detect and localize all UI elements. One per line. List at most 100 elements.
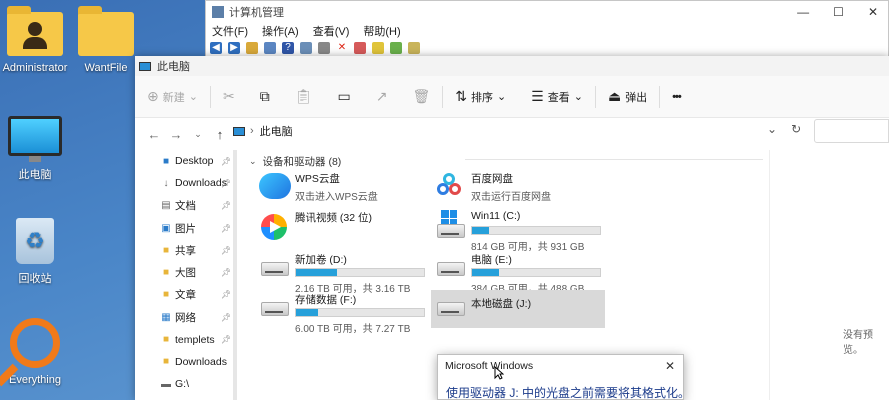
address-bar[interactable]: › 此电脑 (233, 120, 805, 142)
copy-button[interactable]: ⧉ (260, 88, 270, 105)
eject-button[interactable]: ⏏ 弹出 (608, 88, 647, 105)
sidebar-item-label: Downloads (175, 177, 227, 190)
view-list-icon[interactable] (408, 42, 420, 54)
eject-icon: ⏏ (607, 88, 622, 104)
pin-icon: 📌︎ (221, 156, 232, 166)
chevron-down-icon: ⌄ (188, 91, 198, 103)
maximize-button[interactable]: ☐ (833, 5, 844, 19)
user-folder-icon (7, 6, 63, 56)
hard-drive-icon (437, 210, 465, 238)
menu-help[interactable]: 帮助(H) (363, 23, 400, 39)
sidebar-item-documents[interactable]: ▤ 文档 📌︎ (135, 195, 237, 217)
desktop-icon-everything[interactable]: Everything (0, 318, 75, 386)
minimize-button[interactable]: — (797, 5, 809, 19)
drive-item-baidu-netdisk[interactable]: 百度网盘 双击运行百度网盘 (431, 169, 605, 207)
sidebar-item-pictures[interactable]: ▣ 图片 📌︎ (135, 217, 237, 239)
this-pc-icon (139, 61, 151, 71)
cut-button[interactable]: ✂ (223, 88, 235, 105)
help-icon[interactable]: ? (282, 42, 294, 54)
mgmt-toolbar: ◀ ▶ ? ✕ (206, 39, 888, 57)
drive-item-tencent-video[interactable]: 腾讯视频 (32 位) (255, 208, 429, 246)
sidebar-item-shared[interactable]: ■ 共享 📌︎ (135, 239, 237, 261)
new-button[interactable]: ⊕ 新建 ⌄ (147, 88, 198, 105)
sidebar-scrollbar[interactable] (233, 150, 237, 400)
drive-item-wps-cloud[interactable]: WPS云盘 双击进入WPS云盘 (255, 169, 429, 207)
back-arrow-icon[interactable]: ← (143, 127, 165, 142)
drive-item-c[interactable]: Win11 (C:) 814 GB 可用，共 931 GB (431, 208, 605, 253)
menu-action[interactable]: 操作(A) (262, 23, 299, 39)
dialog-close-button[interactable]: ✕ (665, 359, 675, 373)
sort-button[interactable]: ⇅ 排序 ⌄ (455, 88, 506, 105)
mgmt-title: 计算机管理 (229, 7, 284, 19)
delete-icon[interactable]: ✕ (336, 42, 348, 54)
rename-icon: ▭ (337, 88, 351, 104)
sidebar-item-downloads-folder[interactable]: ■ Downloads (135, 351, 237, 373)
pin-icon: 📌︎ (221, 312, 232, 322)
desktop-icon-this-pc[interactable]: 此电脑 (0, 116, 75, 182)
drive-item-f[interactable]: 存储数据 (F:) 6.00 TB 可用，共 7.27 TB (255, 290, 429, 335)
paste-button[interactable]: 📋︎ (295, 88, 313, 105)
drive-item-d[interactable]: 新加卷 (D:) 2.16 TB 可用，共 3.16 TB (255, 250, 429, 295)
desktop-icon-administrator[interactable]: Administrator (0, 6, 75, 74)
view-label: 查看 (547, 91, 570, 104)
search-input[interactable] (814, 119, 889, 143)
desktop-icon-recycle-bin[interactable]: ♻ 回收站 (0, 218, 75, 286)
hard-drive-icon (437, 298, 465, 320)
share-button[interactable]: ↗ (376, 88, 388, 105)
drive-usage-bar (295, 268, 425, 277)
drive-icon: ▬ (161, 378, 171, 390)
back-arrow-icon[interactable]: ◀ (210, 42, 222, 54)
close-button[interactable]: ✕ (868, 5, 878, 19)
pin-icon: 📌︎ (221, 290, 232, 300)
connect-icon[interactable] (318, 42, 330, 54)
forward-arrow-icon[interactable]: → (165, 127, 187, 142)
check-icon[interactable] (354, 42, 366, 54)
tencent-video-icon (261, 214, 287, 240)
desktop-icon-wantfile[interactable]: WantFile (66, 6, 146, 74)
rename-button[interactable]: ▭ (337, 88, 350, 105)
navigation-pane: ■ Desktop 📌︎ ↓ Downloads 📌︎ ▤ 文档 📌︎ ▣ 图片 📌︎ ■ 共享 📌… (135, 150, 237, 400)
hard-drive-icon (261, 258, 289, 280)
menu-view[interactable]: 查看(V) (313, 23, 350, 39)
hard-drive-icon (261, 298, 289, 320)
sidebar-item-articles[interactable]: ■ 文章 📌︎ (135, 284, 237, 306)
sidebar-item-templets[interactable]: ■ templets 📌︎ (135, 328, 237, 350)
folder-icon (78, 6, 134, 56)
recycle-bin-icon: ♻ (16, 218, 54, 264)
view-button[interactable]: ☰ 查看 ⌄ (531, 88, 583, 105)
sidebar-item-large-images[interactable]: ■ 大图 📌︎ (135, 261, 237, 283)
group-header[interactable]: ⌄ 设备和驱动器 (8) (249, 154, 341, 169)
chevron-down-icon: ⌄ (249, 156, 257, 166)
group-header-label: 设备和驱动器 (8) (262, 156, 342, 168)
drive-item-j[interactable]: 本地磁盘 (J:) (431, 290, 605, 328)
drive-usage-bar (471, 226, 601, 235)
sidebar-item-label: Downloads (175, 355, 227, 368)
up-arrow-icon[interactable]: ↑ (209, 127, 231, 142)
delete-button[interactable]: 🗑︎ (412, 88, 430, 105)
toolbar-divider (594, 85, 596, 108)
breadcrumb[interactable]: 此电脑 (260, 123, 293, 139)
up-folder-icon[interactable] (246, 42, 258, 54)
sidebar-item-downloads[interactable]: ↓ Downloads 📌︎ (135, 172, 237, 194)
format-disk-dialog: Microsoft Windows ✕ 使用驱动器 J: 中的光盘之前需要将其格… (437, 354, 690, 400)
sidebar-item-label: 共享 (175, 244, 196, 257)
properties-icon[interactable] (300, 42, 312, 54)
address-dropdown-icon[interactable]: ⌄ (767, 122, 777, 136)
drive-item-e[interactable]: 电脑 (E:) 384 GB 可用，共 488 GB (431, 250, 605, 295)
sidebar-item-drive-g[interactable]: ▬ G:\ (135, 373, 237, 395)
wps-cloud-icon (259, 173, 291, 199)
import-icon[interactable] (390, 42, 402, 54)
export-icon[interactable] (372, 42, 384, 54)
sidebar-item-desktop[interactable]: ■ Desktop 📌︎ (135, 150, 237, 172)
plus-circle-icon: ⊕ (147, 88, 159, 104)
refresh-icon[interactable]: ↻ (791, 122, 801, 136)
menu-file[interactable]: 文件(F) (212, 23, 248, 39)
show-tree-icon[interactable] (264, 42, 276, 54)
forward-arrow-icon[interactable]: ▶ (228, 42, 240, 54)
sidebar-item-label: 文章 (175, 289, 196, 302)
sidebar-item-network[interactable]: ▦ 网络 📌︎ (135, 306, 237, 328)
more-options-button[interactable]: ••• (672, 91, 682, 103)
folder-icon: ■ (162, 244, 170, 256)
recent-dropdown-icon[interactable]: ⌄ (187, 129, 209, 140)
sidebar-item-label: templets (175, 333, 215, 346)
